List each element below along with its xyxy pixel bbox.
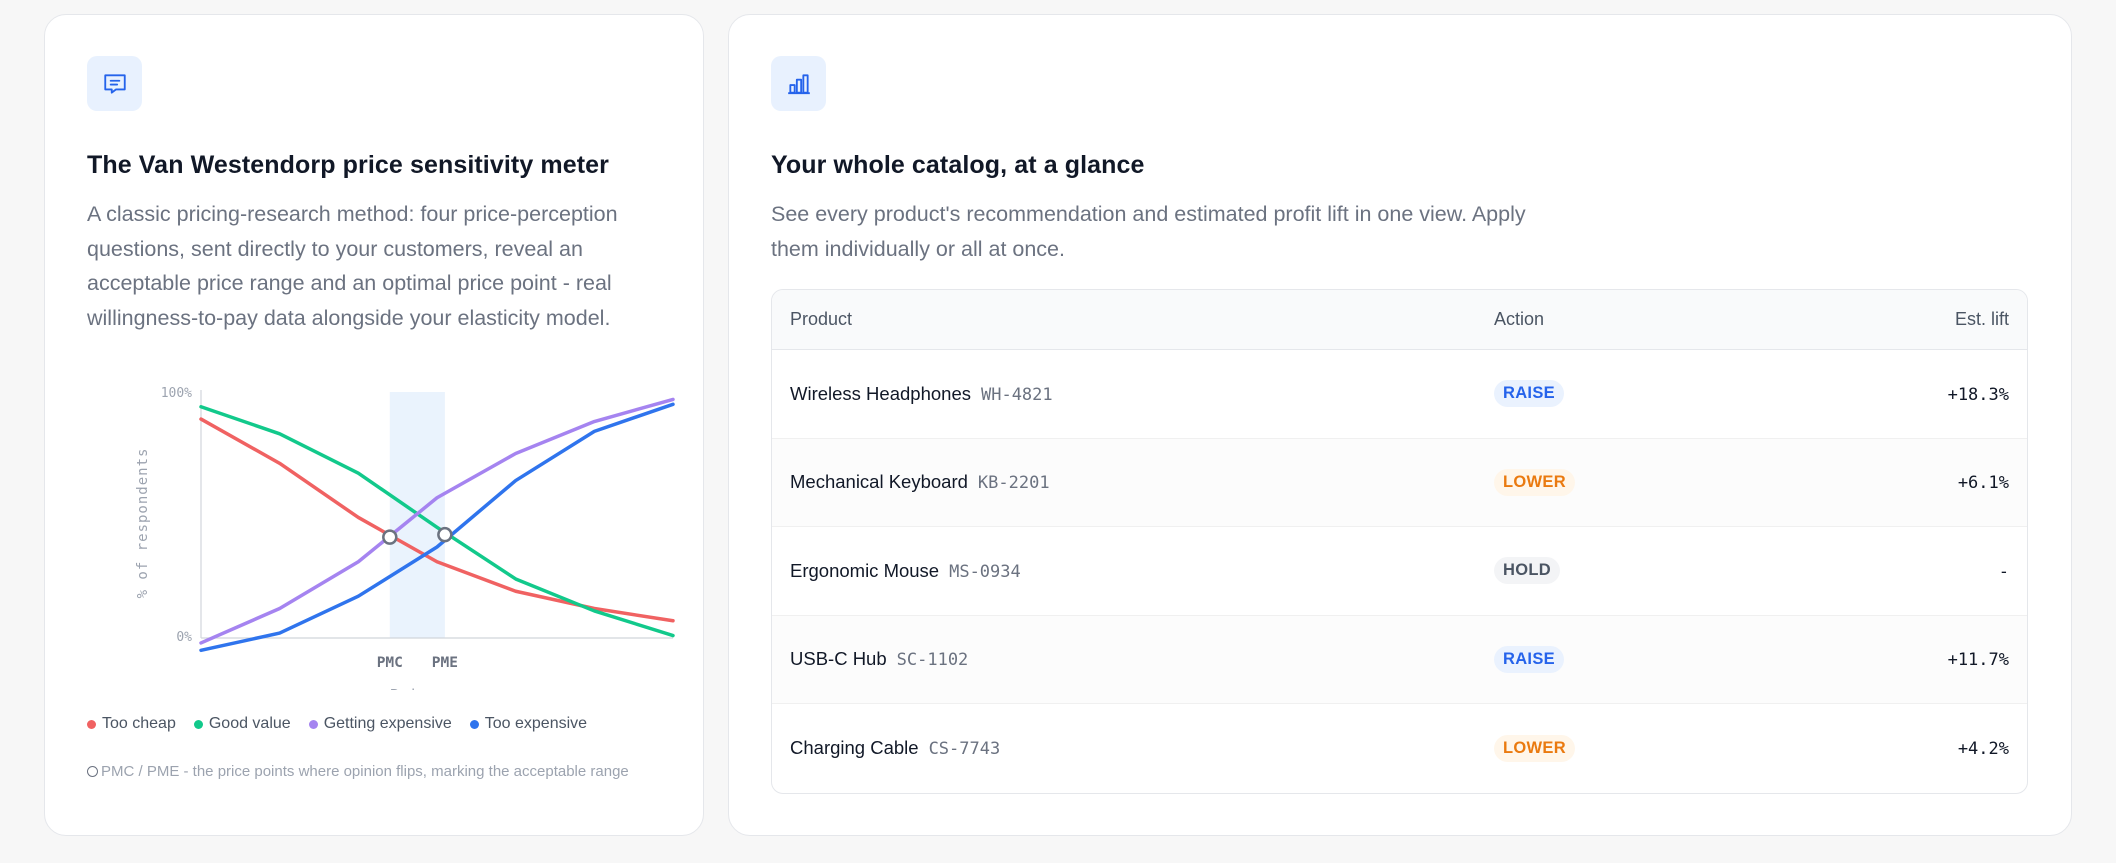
legend-item: Too expensive — [469, 715, 588, 733]
lift-value: +4.2% — [1957, 739, 2009, 760]
chart-legend: Too cheap Good value Getting expensive Too … — [87, 715, 587, 733]
product-sku: SC-1102 — [896, 650, 969, 671]
product-cell: Ergonomic Mouse MS-0934 — [772, 560, 1494, 582]
table-row[interactable]: Wireless Headphones WH-4821 RAISE +18.3% — [772, 350, 2027, 439]
action-badge: LOWER — [1494, 468, 1575, 496]
action-badge: RAISE — [1494, 380, 1564, 408]
lift-cell: +4.2% — [1794, 737, 2027, 759]
price-sensitivity-chart: 100% 0% % of respondents Price ⟶ PMC PME — [135, 386, 675, 690]
action-cell: HOLD — [1494, 557, 1794, 585]
product-name: Charging Cable — [790, 737, 919, 759]
legend-label: Too expensive — [484, 715, 588, 732]
action-cell: RAISE — [1494, 645, 1794, 673]
column-header-lift: Est. lift — [1954, 309, 2009, 329]
y-axis-label: % of respondents — [135, 448, 151, 599]
lift-value: +18.3% — [1947, 384, 2009, 405]
product-sku: CS-7743 — [928, 739, 1001, 760]
legend-item: Too cheap — [87, 715, 176, 733]
intersection-marker — [437, 526, 453, 543]
table-row[interactable]: USB-C Hub SC-1102 RAISE +11.7% — [772, 615, 2027, 704]
column-header-product: Product — [790, 309, 853, 329]
action-badge: RAISE — [1494, 645, 1564, 673]
legend-dot — [308, 719, 318, 729]
legend-item: Good value — [193, 715, 291, 733]
lift-cell: - — [1794, 560, 2027, 582]
table-row[interactable]: Charging Cable CS-7743 LOWER +4.2% — [772, 704, 2027, 793]
product-sku: MS-0934 — [949, 561, 1021, 582]
footnote-text: PMC / PME - the price points where opini… — [101, 763, 629, 780]
van-westendorp-card: The Van Westendorp price sensitivity met… — [44, 14, 704, 836]
lift-cell: +11.7% — [1794, 648, 2027, 670]
intersection-marker — [382, 529, 398, 545]
product-name: USB-C Hub — [790, 648, 887, 670]
table-row[interactable]: Ergonomic Mouse MS-0934 HOLD - — [772, 527, 2027, 616]
intersection-ring-icon — [87, 766, 98, 777]
table-body: Wireless Headphones WH-4821 RAISE +18.3% Mec… — [772, 350, 2027, 793]
message-square-icon — [87, 56, 142, 111]
action-cell: LOWER — [1494, 468, 1794, 496]
bar-chart-icon — [771, 56, 826, 111]
y-tick-label: 100% — [161, 386, 192, 401]
lift-cell: +18.3% — [1794, 383, 2027, 405]
legend-dot — [87, 719, 96, 729]
product-sku: KB-2201 — [977, 473, 1050, 494]
marker-label: PME — [432, 655, 458, 671]
action-badge: LOWER — [1494, 734, 1575, 762]
action-cell: RAISE — [1494, 380, 1794, 408]
marker-label: PMC — [377, 655, 403, 671]
y-tick-label: 0% — [176, 630, 192, 645]
product-cell: Charging Cable CS-7743 — [772, 737, 1494, 759]
table-row[interactable]: Mechanical Keyboard KB-2201 LOWER +6.1% — [772, 438, 2027, 527]
legend-label: Getting expensive — [323, 715, 452, 732]
legend-label: Too cheap — [102, 715, 176, 732]
card-description: See every product's recommendation and e… — [771, 202, 1526, 261]
catalog-table: Product Action Est. lift Wireless Headph… — [771, 289, 2028, 794]
chart-footnote: PMC / PME - the price points where opini… — [87, 760, 647, 783]
action-badge: HOLD — [1494, 557, 1560, 585]
card-description: A classic pricing-research method: four … — [87, 202, 618, 330]
product-name: Wireless Headphones — [790, 382, 971, 404]
product-cell: Mechanical Keyboard KB-2201 — [772, 471, 1494, 493]
lift-value: +6.1% — [1957, 473, 2009, 494]
action-cell: LOWER — [1494, 734, 1794, 762]
x-axis-label: Price ⟶ — [390, 686, 457, 690]
catalog-card: Your whole catalog, at a glance See ever… — [728, 14, 2072, 836]
product-cell: Wireless Headphones WH-4821 — [772, 383, 1494, 405]
card-title: Your whole catalog, at a glance — [771, 151, 1145, 179]
lift-value: +11.7% — [1947, 650, 2009, 671]
card-title: The Van Westendorp price sensitivity met… — [87, 151, 609, 179]
column-header-action: Action — [1494, 309, 1545, 329]
legend-dot — [193, 719, 203, 729]
product-sku: WH-4821 — [980, 384, 1053, 405]
product-cell: USB-C Hub SC-1102 — [772, 648, 1494, 670]
legend-item: Getting expensive — [308, 715, 452, 733]
legend-dot — [469, 719, 479, 729]
lift-value: - — [1998, 561, 2009, 582]
table-header: Product Action Est. lift — [772, 290, 2027, 350]
legend-label: Good value — [208, 715, 291, 732]
product-name: Ergonomic Mouse — [790, 559, 940, 581]
lift-cell: +6.1% — [1794, 471, 2027, 493]
product-name: Mechanical Keyboard — [790, 471, 968, 493]
